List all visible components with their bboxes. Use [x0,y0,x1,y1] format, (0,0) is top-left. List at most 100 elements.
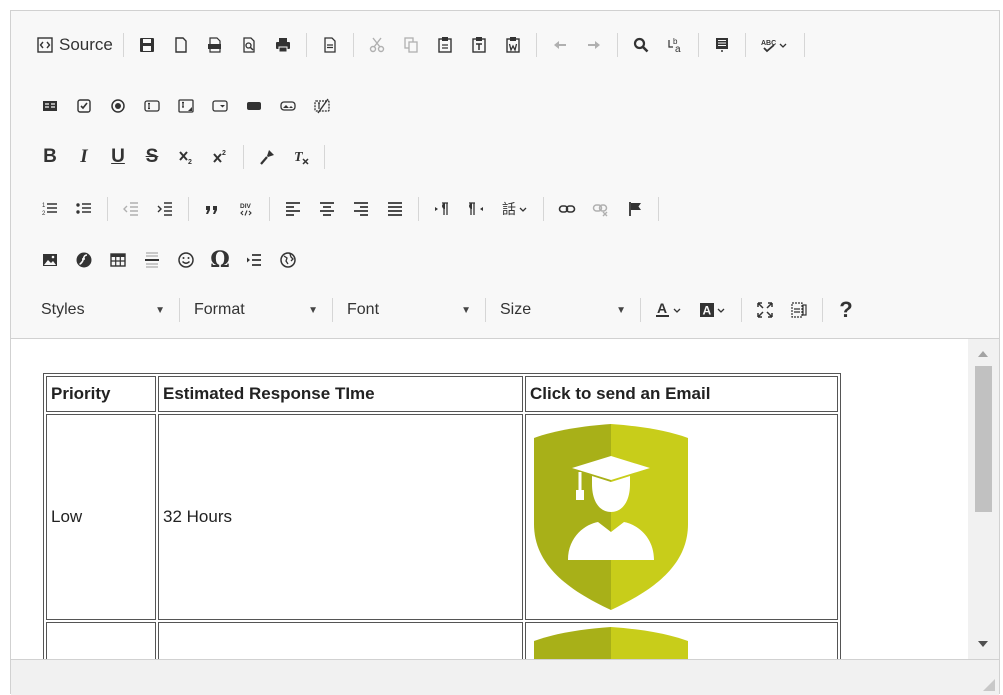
email-cell [525,414,838,620]
form-icon[interactable] [33,92,67,120]
image-button-icon[interactable] [271,92,305,120]
underline-icon[interactable]: U [101,143,135,171]
button-field-icon[interactable] [237,92,271,120]
scrollbar-thumb[interactable] [975,366,992,512]
indent-icon[interactable] [148,195,182,223]
save-icon[interactable] [130,31,164,59]
separator [243,145,244,169]
blockquote-icon[interactable] [195,195,229,223]
spellcheck-icon[interactable]: ABC [752,31,798,59]
graduate-shield-icon[interactable] [528,623,694,659]
text-field-icon[interactable] [135,92,169,120]
checkbox-icon[interactable] [67,92,101,120]
bulleted-list-icon[interactable] [67,195,101,223]
outdent-icon[interactable] [114,195,148,223]
separator [640,298,641,322]
justify-icon[interactable] [378,195,412,223]
editor-footer [11,659,999,695]
svg-text:話: 話 [502,201,516,218]
header-send-email: Click to send an Email [525,376,838,412]
replace-icon[interactable]: ba [658,31,692,59]
source-icon [37,37,53,53]
svg-text:A: A [657,301,667,316]
source-label: Source [59,35,113,54]
special-char-icon[interactable]: Ω [203,246,237,274]
maximize-icon[interactable] [748,296,782,324]
background-color-icon[interactable]: A [691,296,735,324]
anchor-flag-icon[interactable] [618,195,652,223]
copy-icon[interactable] [394,31,428,59]
align-left-icon[interactable] [276,195,310,223]
separator [803,33,805,57]
separator [543,197,544,221]
rich-text-editor: Source ba ABC B I U S 2 2 T 1 2 DIV 話 Ω … [10,10,1000,695]
styles-dropdown[interactable]: Styles ▼ [33,296,173,324]
svg-text:A: A [703,304,712,318]
image-icon[interactable] [33,246,67,274]
source-button[interactable]: Source [33,31,117,59]
copy-format-icon[interactable] [250,143,284,171]
div-container-icon[interactable]: DIV [229,195,263,223]
redo-icon[interactable] [577,31,611,59]
text-color-icon[interactable]: A [647,296,691,324]
find-icon[interactable] [624,31,658,59]
scroll-down-arrow-icon[interactable] [978,641,988,647]
format-dropdown[interactable]: Format ▼ [186,296,326,324]
font-dropdown[interactable]: Font ▼ [339,296,479,324]
paste-word-icon[interactable] [496,31,530,59]
flash-icon[interactable] [67,246,101,274]
link-icon[interactable] [550,195,584,223]
page-break-icon[interactable] [237,246,271,274]
separator [352,33,354,57]
hidden-field-icon[interactable] [305,92,339,120]
textarea-icon[interactable] [169,92,203,120]
graduate-shield-icon[interactable] [528,420,694,614]
svg-text:2: 2 [188,159,192,166]
show-blocks-icon[interactable] [782,296,816,324]
horizontal-line-icon[interactable] [135,246,169,274]
editor-toolbar: Source ba ABC B I U S 2 2 T 1 2 DIV 話 Ω … [11,11,999,339]
separator [418,197,419,221]
templates-icon[interactable] [313,31,347,59]
header-priority: Priority [46,376,156,412]
help-button[interactable]: ? [829,296,863,324]
new-page-icon[interactable] [164,31,198,59]
size-dropdown[interactable]: Size ▼ [492,296,634,324]
bold-icon[interactable]: B [33,143,67,171]
separator [744,33,746,57]
subscript-icon[interactable]: 2 [169,143,203,171]
vertical-scrollbar[interactable] [968,339,999,659]
font-label: Font [347,301,380,318]
select-field-icon[interactable] [203,92,237,120]
editor-content-area[interactable]: Priority Estimated Response TIme Click t… [11,339,968,659]
table-icon[interactable] [101,246,135,274]
print-icon[interactable] [266,31,300,59]
export-pdf-icon[interactable] [198,31,232,59]
paste-text-icon[interactable] [462,31,496,59]
iframe-globe-icon[interactable] [271,246,305,274]
italic-icon[interactable]: I [67,143,101,171]
select-all-icon[interactable] [705,31,739,59]
align-center-icon[interactable] [310,195,344,223]
undo-icon[interactable] [543,31,577,59]
smiley-icon[interactable] [169,246,203,274]
styles-label: Styles [41,301,85,318]
language-icon[interactable]: 話 [493,195,537,223]
cut-icon[interactable] [360,31,394,59]
size-label: Size [500,301,532,318]
paste-icon[interactable] [428,31,462,59]
remove-format-icon[interactable]: T [284,143,318,171]
text-direction-ltr-icon[interactable] [425,195,459,223]
preview-icon[interactable] [232,31,266,59]
strikethrough-icon[interactable]: S [135,143,169,171]
separator [535,33,537,57]
resize-grip-icon[interactable] [983,679,995,691]
numbered-list-icon[interactable]: 12 [33,195,67,223]
align-right-icon[interactable] [344,195,378,223]
superscript-icon[interactable]: 2 [203,143,237,171]
scroll-up-arrow-icon[interactable] [978,351,988,357]
radio-icon[interactable] [101,92,135,120]
svg-text:a: a [675,44,681,54]
text-direction-rtl-icon[interactable] [459,195,493,223]
unlink-icon[interactable] [584,195,618,223]
